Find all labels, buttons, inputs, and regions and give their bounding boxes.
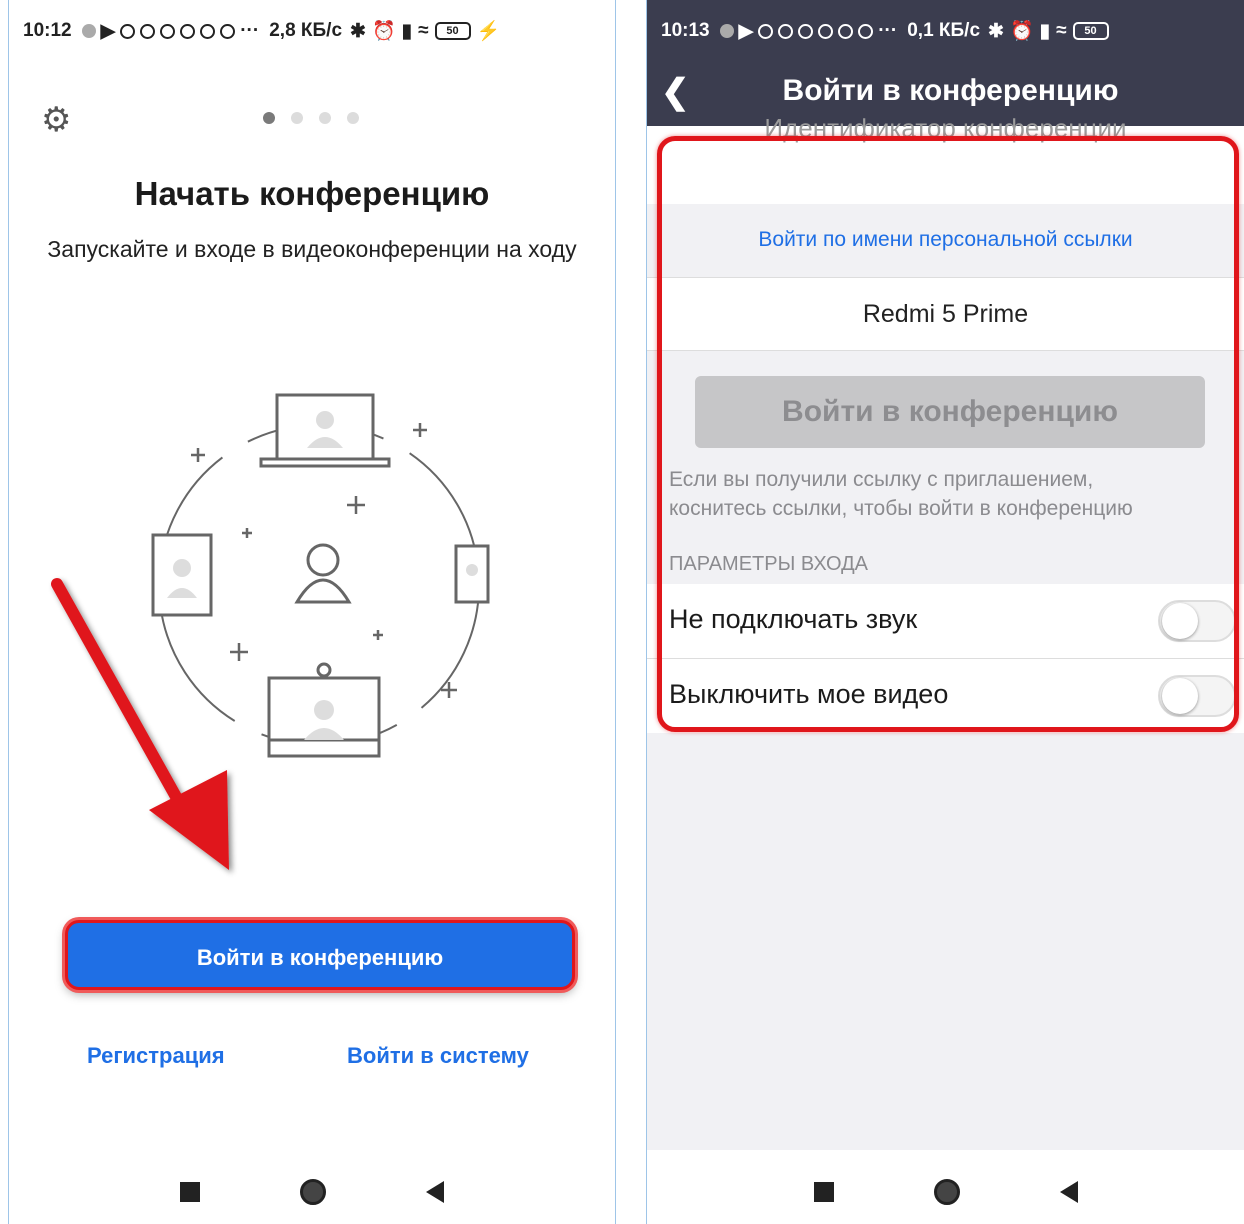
notification-icons: ▶ ··· (719, 20, 898, 43)
red-arrow-annotation (51, 578, 229, 870)
back-icon[interactable] (426, 1181, 444, 1203)
notification-icon (120, 23, 136, 39)
recent-apps-icon[interactable] (813, 1182, 834, 1202)
register-link[interactable]: Регистрация (87, 1043, 225, 1069)
page-dot (291, 112, 303, 124)
notification-icon (180, 23, 196, 39)
notification-icon (778, 23, 794, 39)
notification-icon (220, 23, 236, 39)
play-store-icon: ▶ (738, 20, 754, 42)
bluetooth-icon: ✱ (350, 20, 366, 42)
status-bar: 10:13 ▶ ··· 0,1 КБ/с ✱ ⏰ ▮ ≈ 50 (647, 0, 1244, 62)
page-dot (263, 112, 275, 124)
signal-icon: ▮ (1039, 20, 1051, 42)
wifi-icon: ≈ (418, 20, 429, 41)
person-icon (294, 543, 352, 604)
notification-icon (858, 23, 874, 39)
alarm-icon: ⏰ (371, 21, 396, 42)
signal-icon: ▮ (401, 20, 413, 42)
notification-icon (200, 23, 216, 39)
home-icon[interactable] (300, 1179, 326, 1205)
gear-icon[interactable]: ⚙ (41, 100, 71, 140)
sign-in-link[interactable]: Войти в систему (347, 1043, 529, 1069)
notification-icon (798, 23, 814, 39)
page-subtitle: Запускайте и входе в видеоконференции на… (47, 236, 577, 262)
notification-icon (758, 23, 774, 39)
page-title: Начать конференцию (134, 175, 490, 212)
page-dot (347, 112, 359, 124)
record-dot-icon (719, 24, 734, 38)
status-time: 10:12 (23, 20, 72, 41)
status-time: 10:13 (661, 20, 710, 41)
charging-icon: ⚡ (476, 21, 501, 42)
android-nav-bar (647, 1160, 1244, 1224)
join-meeting-button[interactable]: Войти в конференцию (65, 920, 575, 990)
bluetooth-icon: ✱ (988, 20, 1004, 42)
notification-icon (140, 23, 156, 39)
more-icon: ··· (240, 20, 260, 41)
page-dot (319, 112, 331, 124)
battery-icon: 50 (1072, 22, 1109, 40)
laptop-icon (259, 393, 391, 468)
page-indicator (263, 112, 359, 124)
phone-icon (454, 544, 490, 604)
notification-icons: ▶ ··· (81, 20, 260, 43)
android-nav-bar (9, 1160, 615, 1224)
join-screen: 10:13 ▶ ··· 0,1 КБ/с ✱ ⏰ ▮ ≈ 50 ❮ Войти … (646, 0, 1244, 1224)
start-screen: 10:12 ▶ ··· 2,8 КБ/с ✱ ⏰ ▮ ≈ 50 ⚡ ⚙ Нача… (8, 0, 616, 1224)
recent-apps-icon[interactable] (180, 1182, 200, 1202)
notification-icon (818, 23, 834, 39)
more-icon: ··· (878, 20, 898, 41)
battery-icon: 50 (434, 22, 471, 40)
record-dot-icon (81, 24, 96, 38)
wifi-icon: ≈ (1056, 20, 1067, 41)
network-speed: 2,8 КБ/с (269, 20, 343, 41)
home-icon[interactable] (933, 1179, 960, 1205)
alarm-icon: ⏰ (1009, 21, 1034, 42)
notification-icon (160, 23, 176, 39)
notification-icon (838, 23, 854, 39)
status-bar: 10:12 ▶ ··· 2,8 КБ/с ✱ ⏰ ▮ ≈ 50 ⚡ (9, 0, 615, 62)
back-icon[interactable] (1059, 1181, 1078, 1203)
play-store-icon: ▶ (100, 20, 116, 42)
monitor-icon (267, 662, 381, 758)
network-speed: 0,1 КБ/с (907, 20, 981, 41)
red-highlight-box (657, 136, 1239, 732)
